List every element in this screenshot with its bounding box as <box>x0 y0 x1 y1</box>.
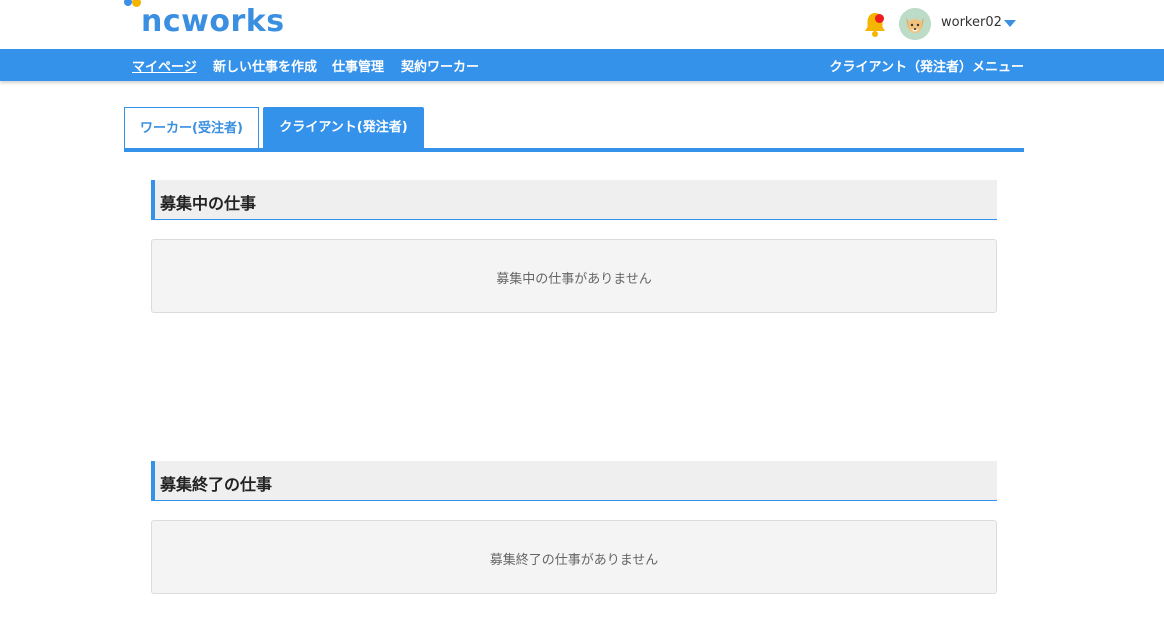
main-nav: マイページ 新しい仕事を作成 仕事管理 契約ワーカー クライアント（発注者）メニ… <box>0 49 1164 81</box>
section-title: 募集終了の仕事 <box>160 475 273 494</box>
empty-message: 募集終了の仕事がありません <box>489 553 659 568</box>
username[interactable]: worker02 <box>941 15 1002 30</box>
avatar[interactable] <box>899 8 931 40</box>
logo-text: ncworks <box>141 4 285 39</box>
section-header-recruiting: 募集中の仕事 <box>151 180 997 220</box>
nav-item-mypage[interactable]: マイページ <box>132 56 197 75</box>
tab-worker[interactable]: ワーカー(受注者) <box>124 107 259 148</box>
tab-underline <box>124 148 1024 152</box>
caret-down-icon[interactable] <box>1004 20 1016 27</box>
empty-state-closed: 募集終了の仕事がありません <box>151 520 997 594</box>
site-header: ncworks worker02 <box>0 0 1164 49</box>
empty-state-recruiting: 募集中の仕事がありません <box>151 239 997 313</box>
bell-icon[interactable] <box>862 10 888 38</box>
tab-client[interactable]: クライアント(発注者) <box>263 107 424 148</box>
notification-dot <box>875 14 884 23</box>
empty-message: 募集中の仕事がありません <box>496 272 652 287</box>
nav-item-contract-workers[interactable]: 契約ワーカー <box>401 56 479 75</box>
client-menu[interactable]: クライアント（発注者）メニュー <box>830 56 1024 75</box>
nav-item-create-job[interactable]: 新しい仕事を作成 <box>213 56 317 75</box>
section-title: 募集中の仕事 <box>160 194 257 213</box>
role-tabs: ワーカー(受注者) クライアント(発注者) <box>124 107 1024 153</box>
nav-item-job-management[interactable]: 仕事管理 <box>332 56 384 75</box>
section-header-closed: 募集終了の仕事 <box>151 461 997 501</box>
